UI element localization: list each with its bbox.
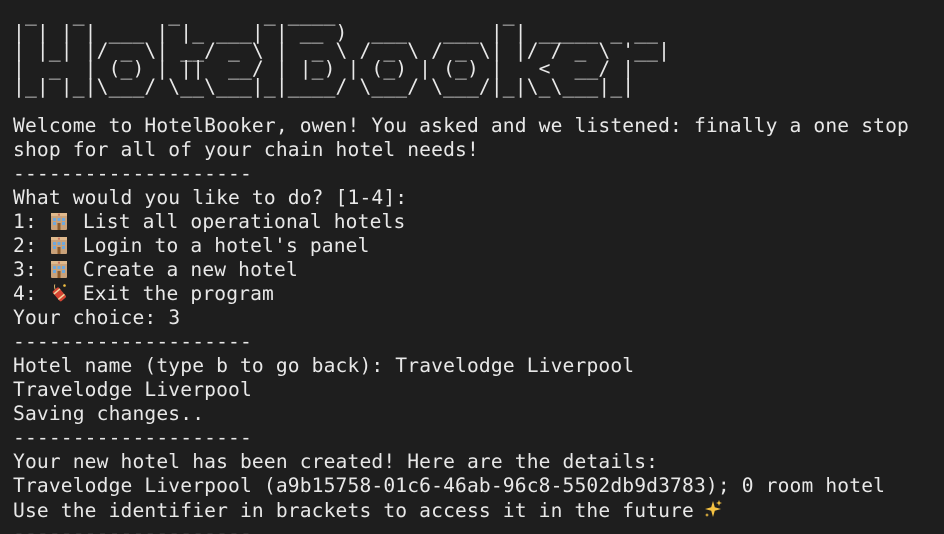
firecracker-icon [49,283,69,303]
choice-label: Your choice: [13,306,169,329]
saving-status: Saving changes.. [13,402,205,425]
welcome-text: Welcome to HotelBooker, owen! You asked … [13,114,909,137]
separator: -------------------- [13,522,252,534]
ascii-banner: _ _ _ _ ____ _ | | | | ___ | |_ ___| | _… [13,5,944,98]
separator: -------------------- [13,162,252,185]
menu-prompt: What would you like to do? [1-4]: [13,186,408,209]
menu-item-label: Login to a hotel's panel [82,234,370,257]
welcome-text: shop for all of your chain hotel needs! [13,138,479,161]
hotel-name-line: Hotel name (type b to go back): Travelod… [13,354,944,378]
menu-item-label: List all operational hotels [82,210,406,233]
menu-item-number: 3: [13,258,37,281]
hotel-details: Travelodge Liverpool (a9b15758-01c6-46ab… [13,474,886,497]
hotel-icon: H [49,235,69,255]
menu-item-login-panel: 2: H Login to a hotel's panel [13,234,944,258]
hotel-name-echo: Travelodge Liverpool [13,378,252,401]
separator: -------------------- [13,330,252,353]
banner-line: |_| |_|\___/ \__\___|_|____/ \___/ \___/… [13,75,635,98]
created-message: Your new hotel has been created! Here ar… [13,450,659,473]
hotel-icon: H [49,211,69,231]
svg-text:H: H [57,237,60,241]
terminal-window[interactable]: _ _ _ _ ____ _ | | | | ___ | |_ ___| | _… [0,0,944,534]
menu-item-number: 1: [13,210,37,233]
menu-item-label: Exit the program [82,282,275,305]
svg-text:H: H [57,261,60,265]
menu-item-number: 4: [13,282,37,305]
choice-line: Your choice: 3 [13,306,944,330]
identifier-note-line: Use the identifier in brackets to access… [13,498,944,522]
menu-item-label: Create a new hotel [82,258,298,281]
hotel-name-input[interactable]: Travelodge Liverpool [395,354,634,377]
menu-item-exit: 4: Exit the program [13,282,944,306]
menu-item-list-hotels: 1: H List all operational hotels [13,210,944,234]
menu-item-number: 2: [13,234,37,257]
hotel-name-prompt: Hotel name (type b to go back): [13,354,396,377]
identifier-note: Use the identifier in brackets to access… [13,499,694,522]
sparkles-icon [702,498,724,520]
menu-item-create-hotel: 3: H Create a new hotel [13,258,944,282]
choice-input[interactable]: 3 [168,306,180,329]
hotel-icon: H [49,259,69,279]
svg-text:H: H [57,213,60,217]
separator: -------------------- [13,426,252,449]
